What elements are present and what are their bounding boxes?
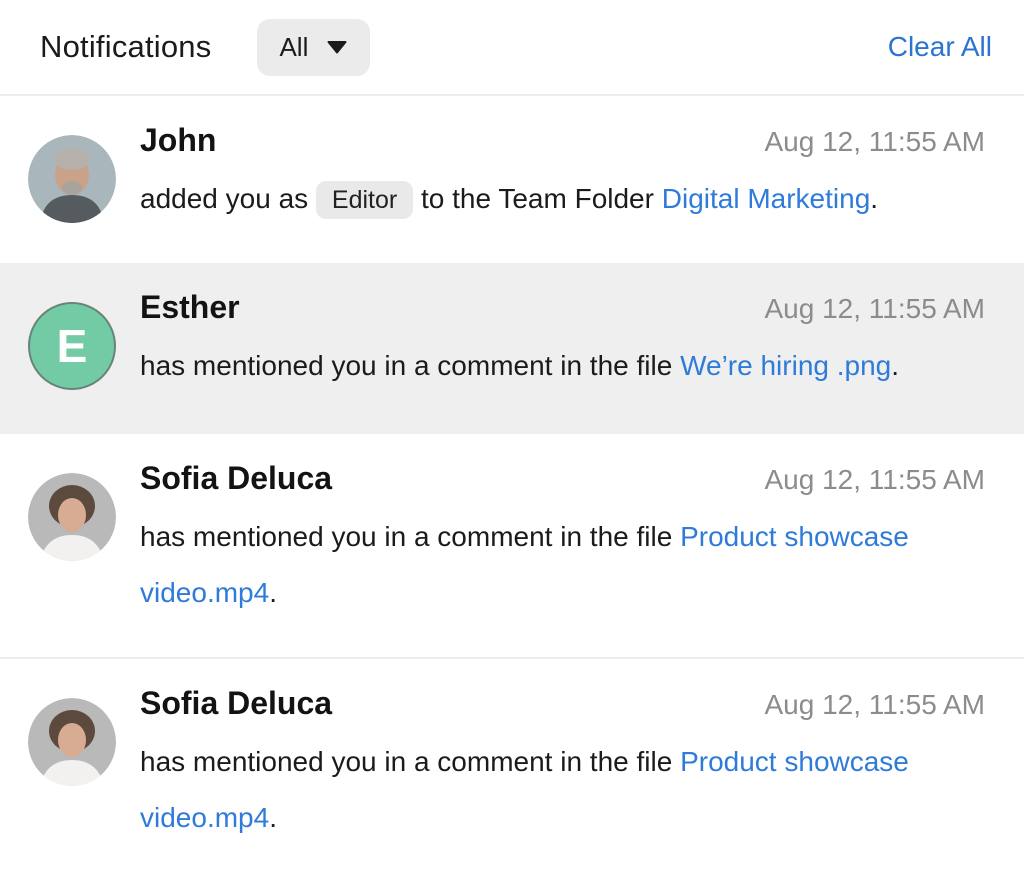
filter-dropdown[interactable]: All [257, 19, 370, 76]
notification-content: Sofia Deluca Aug 12, 11:55 AM has mentio… [140, 685, 985, 846]
notifications-header: Notifications All Clear All [0, 0, 1024, 96]
notification-message: has mentioned you in a comment in the fi… [140, 338, 985, 394]
sofia-photo-avatar [28, 473, 116, 561]
notification-content: John Aug 12, 11:55 AM added you as Edito… [140, 122, 985, 227]
message-text: . [269, 577, 277, 608]
notification-timestamp: Aug 12, 11:55 AM [764, 464, 985, 496]
notification-timestamp: Aug 12, 11:55 AM [764, 293, 985, 325]
notification-row-john[interactable]: John Aug 12, 11:55 AM added you as Edito… [0, 96, 1024, 263]
notification-message: has mentioned you in a comment in the fi… [140, 734, 985, 846]
message-text: has mentioned you in a comment in the fi… [140, 746, 672, 777]
notification-message: added you as Editor to the Team Folder D… [140, 171, 985, 227]
filter-dropdown-label: All [279, 32, 308, 63]
notification-content: Sofia Deluca Aug 12, 11:55 AM has mentio… [140, 460, 985, 621]
sofia-photo-avatar [28, 698, 116, 786]
notification-timestamp: Aug 12, 11:55 AM [764, 689, 985, 721]
team-folder-link[interactable]: Digital Marketing [662, 183, 871, 214]
notification-row-sofia-2[interactable]: Sofia Deluca Aug 12, 11:55 AM has mentio… [0, 659, 1024, 882]
page-title: Notifications [40, 29, 211, 65]
avatar-initial: E [57, 319, 88, 373]
sender-name: John [140, 122, 216, 159]
message-text: to the Team Folder [421, 183, 654, 214]
role-badge: Editor [316, 181, 413, 219]
esther-letter-avatar: E [28, 302, 116, 390]
notification-row-esther[interactable]: E Esther Aug 12, 11:55 AM has mentioned … [0, 263, 1024, 434]
message-text: added you as [140, 183, 308, 214]
notification-row-sofia-1[interactable]: Sofia Deluca Aug 12, 11:55 AM has mentio… [0, 434, 1024, 659]
notification-timestamp: Aug 12, 11:55 AM [764, 126, 985, 158]
chevron-down-icon [326, 40, 348, 54]
sender-name: Sofia Deluca [140, 460, 332, 497]
sender-name: Sofia Deluca [140, 685, 332, 722]
message-text: has mentioned you in a comment in the fi… [140, 350, 672, 381]
file-link[interactable]: We’re hiring .png [680, 350, 891, 381]
message-text: . [269, 802, 277, 833]
message-text: has mentioned you in a comment in the fi… [140, 521, 672, 552]
sender-name: Esther [140, 289, 240, 326]
john-photo-avatar [28, 135, 116, 223]
message-text: . [891, 350, 899, 381]
message-text: . [870, 183, 878, 214]
clear-all-button[interactable]: Clear All [882, 30, 998, 64]
notification-content: Esther Aug 12, 11:55 AM has mentioned yo… [140, 289, 985, 394]
notification-message: has mentioned you in a comment in the fi… [140, 509, 985, 621]
